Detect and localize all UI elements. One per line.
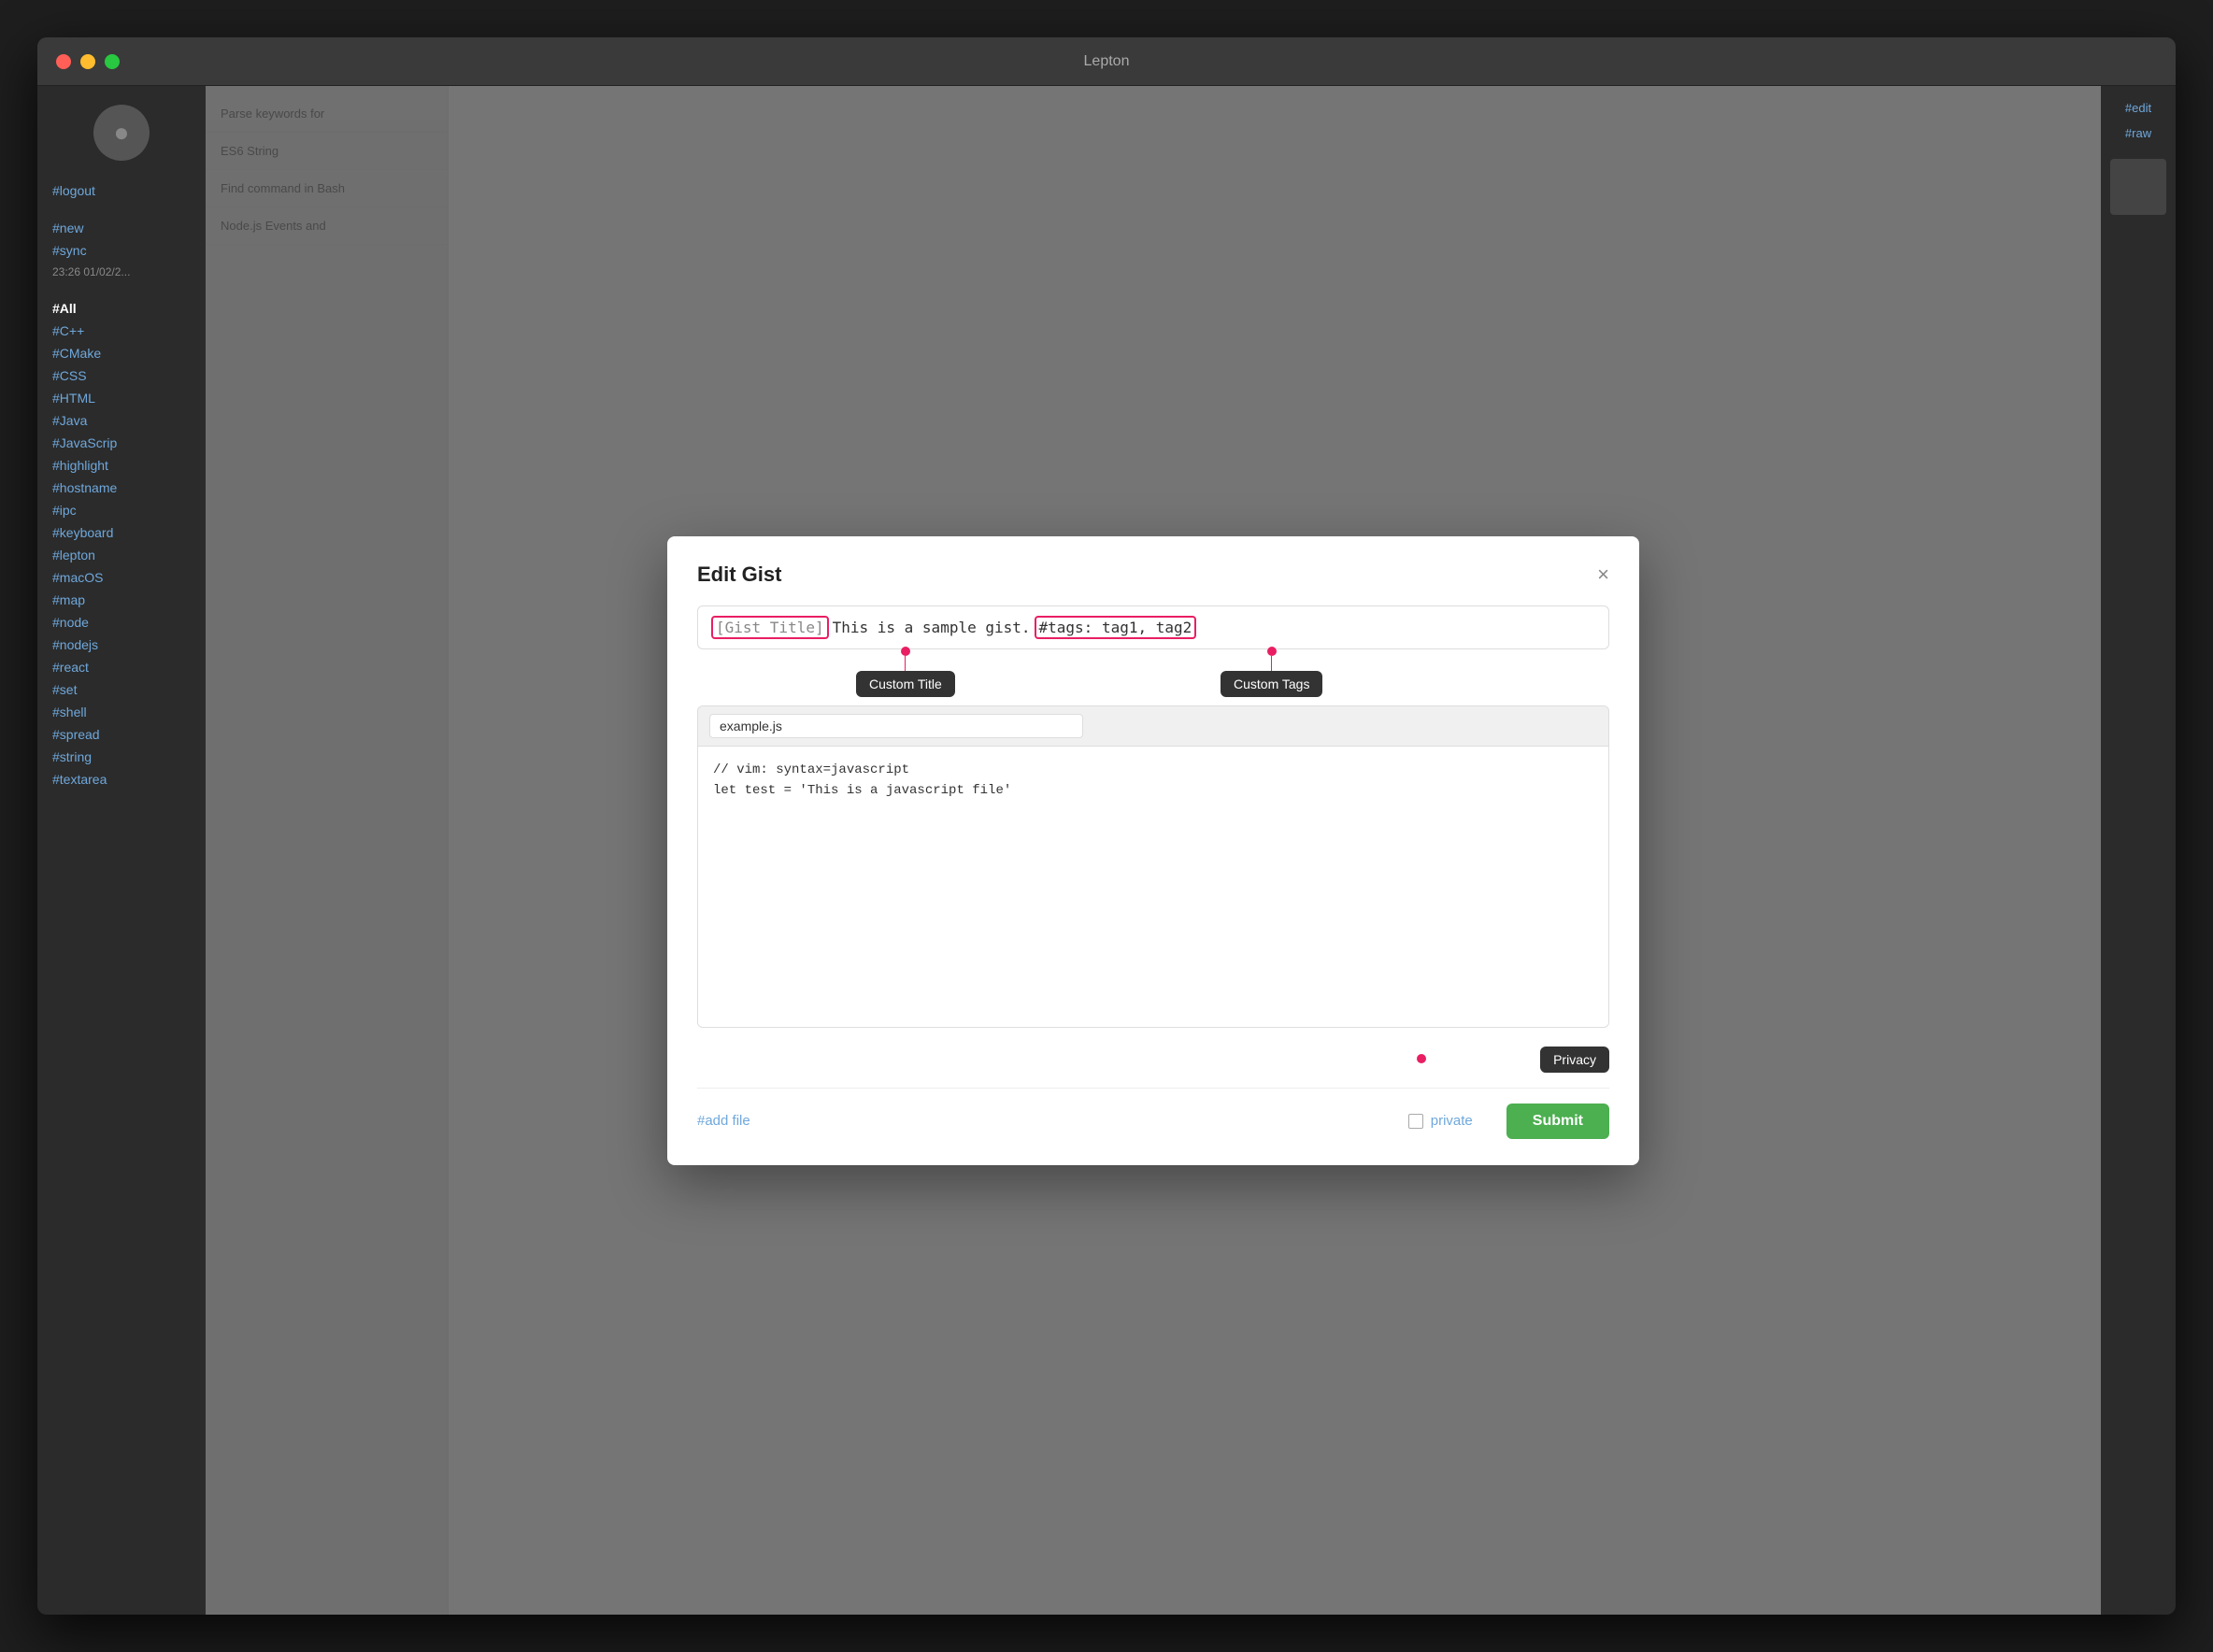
sidebar-tag-set[interactable]: #set (37, 678, 206, 701)
gist-tags-part: #tags: tag1, tag2 (1035, 616, 1197, 639)
custom-tags-annotation: Custom Tags (1221, 647, 1322, 697)
sidebar-timestamp: 23:26 01/02/2... (37, 262, 206, 282)
custom-title-annotation: Custom Title (856, 647, 955, 697)
custom-tags-dot (1267, 647, 1277, 656)
file-header (698, 706, 1608, 747)
file-content-area[interactable]: // vim: syntax=javascript let test = 'Th… (698, 747, 1608, 1027)
sidebar-tag-ipc[interactable]: #ipc (37, 499, 206, 521)
maximize-button[interactable] (105, 54, 120, 69)
traffic-lights (56, 54, 120, 69)
main-content: Parse keywords for ES6 String Find comma… (206, 86, 2101, 1615)
right-sidebar: #edit #raw (2101, 86, 2176, 1615)
privacy-dot (1417, 1054, 1426, 1063)
sidebar-tag-keyboard[interactable]: #keyboard (37, 521, 206, 544)
add-file-link[interactable]: #add file (697, 1113, 750, 1129)
sidebar-tag-html[interactable]: #HTML (37, 387, 206, 409)
privacy-tooltip: Privacy (1540, 1047, 1609, 1073)
file-section: // vim: syntax=javascript let test = 'Th… (697, 705, 1609, 1028)
privacy-annotation-area: Privacy (697, 1043, 1609, 1080)
sidebar-tag-java[interactable]: #Java (37, 409, 206, 432)
search-input[interactable] (2110, 159, 2166, 215)
window-title: Lepton (1084, 53, 1130, 70)
sidebar-item-new[interactable]: #new (37, 217, 206, 239)
modal-close-button[interactable]: × (1597, 564, 1609, 585)
minimize-button[interactable] (80, 54, 95, 69)
description-input-wrapper[interactable]: [Gist Title] This is a sample gist. #tag… (697, 605, 1609, 649)
custom-title-dot (901, 647, 910, 656)
sidebar-tag-cpp[interactable]: #C++ (37, 320, 206, 342)
filename-input[interactable] (709, 714, 1083, 738)
private-text: private (1431, 1113, 1473, 1129)
file-line-1: // vim: syntax=javascript (713, 760, 1593, 780)
sidebar-tag-macos[interactable]: #macOS (37, 566, 206, 589)
custom-tags-line (1271, 656, 1272, 671)
app-window: Lepton ● #logout #new #sync 23:26 01/02/… (37, 37, 2176, 1615)
sidebar-tag-css[interactable]: #CSS (37, 364, 206, 387)
sidebar-tag-cmake[interactable]: #CMake (37, 342, 206, 364)
sidebar-tag-highlight[interactable]: #highlight (37, 454, 206, 477)
sidebar-tag-javascript[interactable]: #JavaScrip (37, 432, 206, 454)
private-checkbox[interactable] (1408, 1114, 1423, 1129)
sidebar-item-sync[interactable]: #sync (37, 239, 206, 262)
sidebar-tag-hostname[interactable]: #hostname (37, 477, 206, 499)
modal-overlay: Edit Gist × [Gist Title] This is a sampl… (206, 86, 2101, 1615)
edit-link[interactable]: #edit (2125, 101, 2151, 115)
sidebar-tag-lepton[interactable]: #lepton (37, 544, 206, 566)
sidebar-nav: #new #sync 23:26 01/02/2... (37, 217, 206, 282)
custom-tags-tooltip: Custom Tags (1221, 671, 1322, 697)
modal-header: Edit Gist × (697, 563, 1609, 587)
custom-title-tooltip: Custom Title (856, 671, 955, 697)
footer-row: #add file private Submit (697, 1088, 1609, 1139)
sidebar-tag-shell[interactable]: #shell (37, 701, 206, 723)
sidebar-tag-react[interactable]: #react (37, 656, 206, 678)
sidebar-tag-node[interactable]: #node (37, 611, 206, 634)
gist-desc-text: This is a sample gist. (833, 619, 1031, 636)
file-line-2: let test = 'This is a javascript file' (713, 780, 1593, 801)
avatar: ● (93, 105, 150, 161)
sidebar-tag-spread[interactable]: #spread (37, 723, 206, 746)
description-row: [Gist Title] This is a sample gist. #tag… (697, 605, 1609, 649)
titlebar: Lepton (37, 37, 2176, 86)
edit-gist-modal: Edit Gist × [Gist Title] This is a sampl… (667, 536, 1639, 1165)
app-body: ● #logout #new #sync 23:26 01/02/2... #A… (37, 86, 2176, 1615)
sidebar-item-logout[interactable]: #logout (37, 179, 206, 202)
private-label[interactable]: private (1408, 1113, 1473, 1129)
footer-right: private Submit (1408, 1104, 1609, 1139)
sidebar-tag-all[interactable]: #All (37, 297, 206, 320)
sidebar-tag-nodejs[interactable]: #nodejs (37, 634, 206, 656)
submit-button[interactable]: Submit (1506, 1104, 1609, 1139)
close-button[interactable] (56, 54, 71, 69)
sidebar-tag-map[interactable]: #map (37, 589, 206, 611)
gist-title-part: [Gist Title] (711, 616, 829, 639)
sidebar-tag-textarea[interactable]: #textarea (37, 768, 206, 790)
sidebar-tags: #All #C++ #CMake #CSS #HTML #Java #JavaS… (37, 297, 206, 790)
sidebar-tag-string[interactable]: #string (37, 746, 206, 768)
sidebar: ● #logout #new #sync 23:26 01/02/2... #A… (37, 86, 206, 1615)
modal-title: Edit Gist (697, 563, 781, 587)
custom-title-line (905, 656, 906, 671)
raw-link[interactable]: #raw (2125, 126, 2151, 140)
